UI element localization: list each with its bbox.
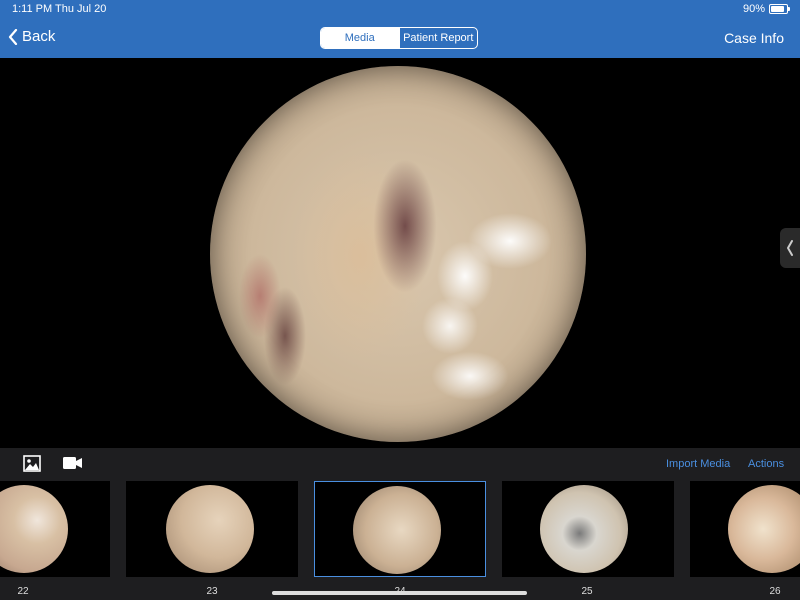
side-panel-handle[interactable] [780, 228, 800, 268]
thumbnail-image [166, 485, 254, 573]
case-info-button[interactable]: Case Info [724, 30, 784, 46]
thumbnail-item[interactable] [126, 481, 298, 577]
actions-button[interactable]: Actions [748, 458, 784, 470]
home-indicator[interactable] [272, 591, 527, 595]
chevron-left-icon [8, 28, 18, 45]
tab-media[interactable]: Media [321, 28, 399, 48]
media-viewer [0, 58, 800, 448]
thumbnail-item[interactable] [690, 481, 800, 577]
thumbnail-image [353, 486, 441, 574]
thumbnail-strip[interactable]: 22 23 24 25 26 [0, 480, 800, 600]
thumbnail-item[interactable] [502, 481, 674, 577]
status-date: Thu Jul 20 [55, 3, 107, 15]
image-filter-icon[interactable] [23, 455, 41, 472]
media-toolbar: Import Media Actions [0, 448, 800, 480]
chevron-left-icon [787, 240, 793, 256]
status-time: 1:11 PM [12, 3, 53, 15]
tab-patient-report[interactable]: Patient Report [398, 28, 478, 48]
thumbnail-item[interactable] [0, 481, 110, 577]
thumbnail-label: 26 [769, 586, 781, 597]
battery-percent: 90% [742, 3, 765, 15]
thumbnail-label: 23 [206, 586, 218, 597]
back-button[interactable]: Back [8, 28, 55, 45]
thumbnail-image [0, 485, 68, 573]
video-filter-icon[interactable] [63, 457, 82, 469]
back-label: Back [22, 28, 56, 45]
thumbnail-image [540, 485, 628, 573]
thumbnail-label: 25 [581, 586, 593, 597]
battery-icon [769, 4, 790, 14]
view-segmented-control: Media Patient Report [320, 27, 478, 49]
thumbnail-item-selected[interactable] [314, 481, 486, 577]
endoscopic-image[interactable] [210, 66, 586, 442]
import-media-button[interactable]: Import Media [666, 458, 730, 470]
nav-bar: 1:11 PM Thu Jul 20 90% Back Media Patien… [0, 0, 800, 58]
thumbnail-label: 22 [17, 586, 29, 597]
thumbnail-image [728, 485, 800, 573]
